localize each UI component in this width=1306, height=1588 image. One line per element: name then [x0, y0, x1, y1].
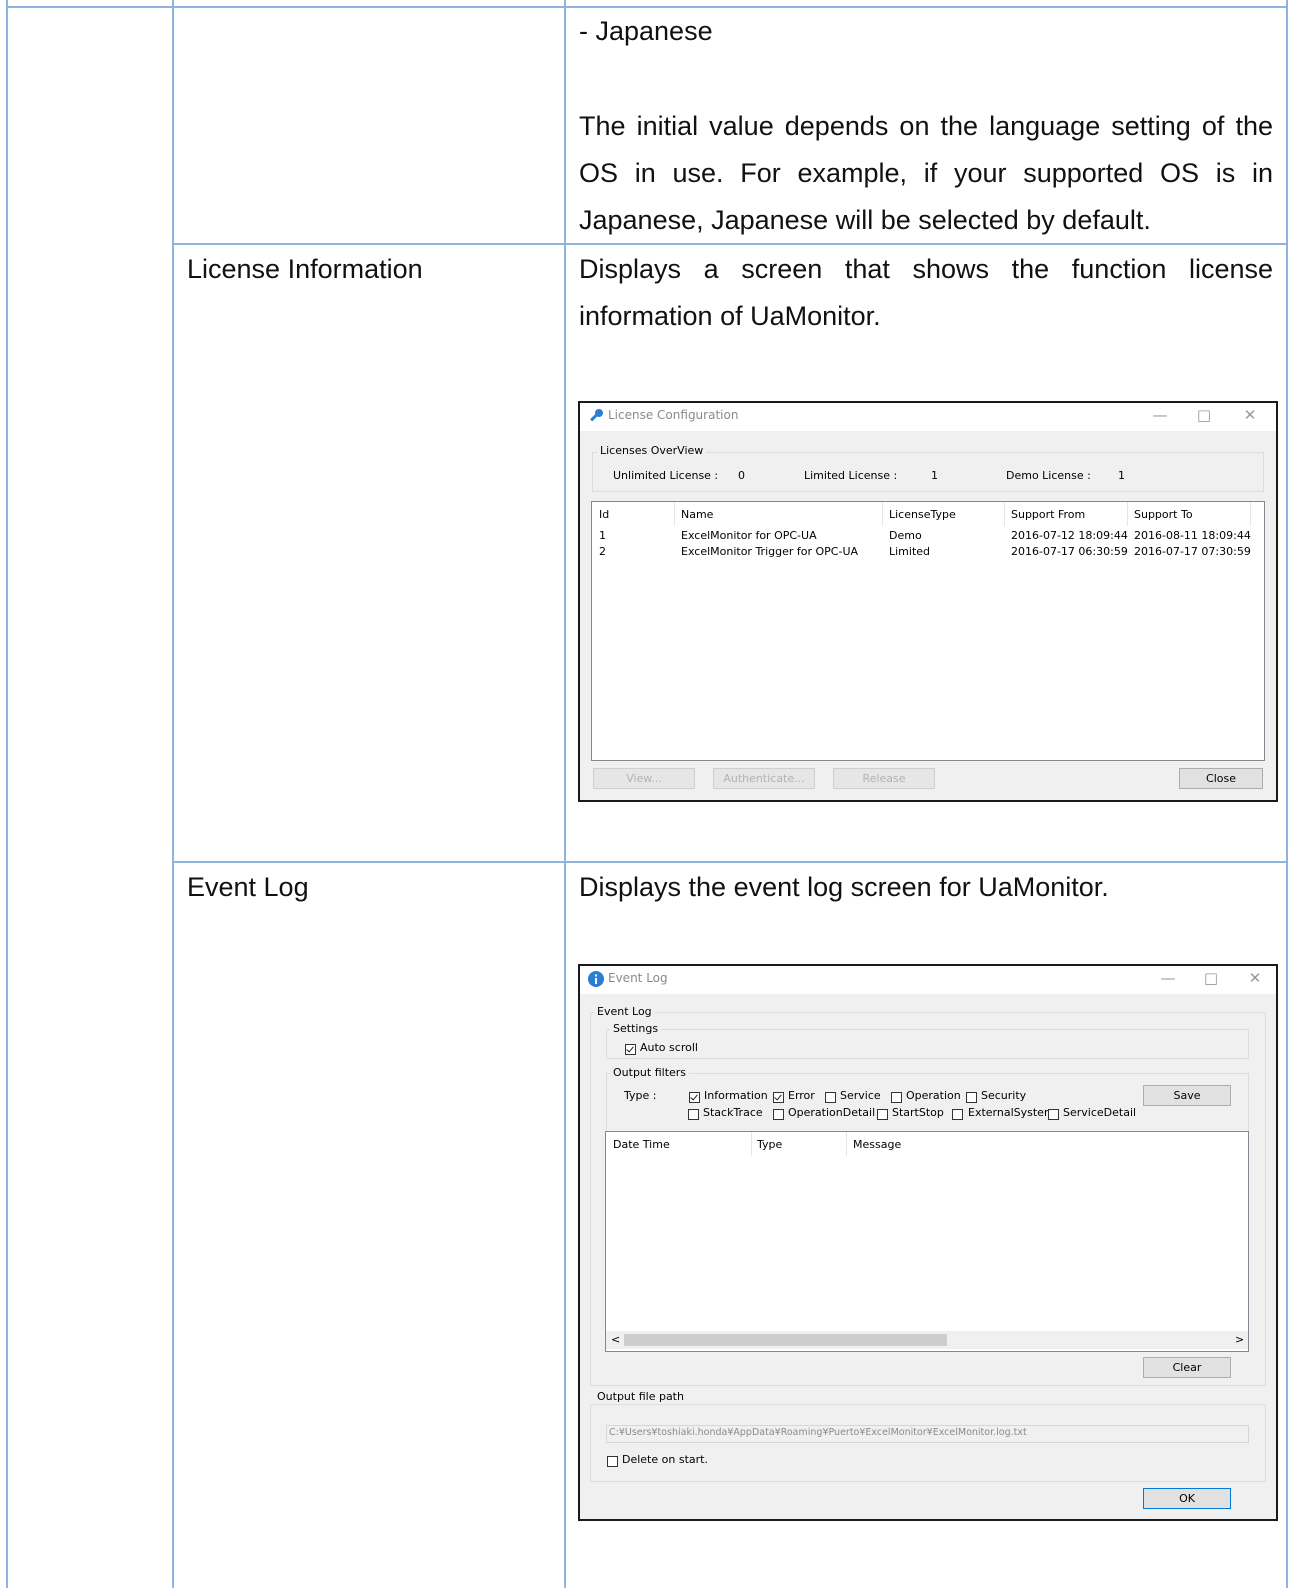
- release-button[interactable]: Release: [833, 768, 935, 789]
- save-button[interactable]: Save: [1143, 1085, 1231, 1106]
- column-header-support-to[interactable]: Support To: [1134, 508, 1193, 522]
- license-configuration-window: License Configuration — □ ✕ Licenses Ove…: [578, 401, 1278, 802]
- output-file-path-value: C:¥Users¥toshiaki.honda¥AppData¥Roaming¥…: [609, 1427, 1027, 1438]
- event-log-window: Event Log — □ ✕ Event Log Settings Auto …: [578, 964, 1278, 1521]
- table-border-right: [1286, 0, 1288, 1588]
- column-header-id[interactable]: Id: [599, 508, 609, 522]
- output-file-path-group: [590, 1404, 1266, 1482]
- filter-error-checkbox[interactable]: [773, 1092, 784, 1103]
- eventlog-titlebar[interactable]: Event Log — □ ✕: [580, 966, 1276, 994]
- license-titlebar[interactable]: License Configuration — □ ✕: [580, 403, 1276, 431]
- column-header-type[interactable]: Type: [757, 1138, 782, 1152]
- license-name-cell[interactable]: ExcelMonitor for OPC-UA: [681, 529, 817, 543]
- authenticate-button[interactable]: Authenticate...: [713, 768, 815, 789]
- table-row[interactable]: 1: [599, 529, 606, 543]
- auto-scroll-checkbox[interactable]: [625, 1044, 636, 1055]
- settings-group: [606, 1029, 1249, 1059]
- delete-on-start-checkbox[interactable]: [607, 1456, 618, 1467]
- filter-service-label[interactable]: Service: [840, 1089, 881, 1103]
- filter-externalsystem-checkbox[interactable]: [952, 1109, 963, 1120]
- support-to-cell[interactable]: 2016-08-11 18:09:44: [1134, 529, 1251, 543]
- key-icon: [590, 409, 603, 422]
- scroll-left-icon[interactable]: <: [611, 1333, 620, 1347]
- maximize-icon[interactable]: □: [1201, 969, 1221, 987]
- auto-scroll-label[interactable]: Auto scroll: [640, 1041, 698, 1055]
- license-type-cell[interactable]: Demo: [889, 529, 922, 543]
- table-border-col2: [564, 0, 566, 1588]
- minimize-icon[interactable]: —: [1158, 969, 1178, 987]
- licenses-overview-label: Licenses OverView: [597, 444, 707, 458]
- filter-servicedetail-label[interactable]: ServiceDetail: [1063, 1106, 1136, 1120]
- table-row-divider-2: [172, 861, 1288, 863]
- eventlog-window-title: Event Log: [608, 971, 668, 985]
- support-from-cell[interactable]: 2016-07-12 18:09:44: [1011, 529, 1128, 543]
- filter-startstop-label[interactable]: StartStop: [892, 1106, 944, 1120]
- filter-servicedetail-checkbox[interactable]: [1048, 1109, 1059, 1120]
- close-button[interactable]: Close: [1179, 768, 1263, 789]
- demo-license-label: Demo License :: [1006, 469, 1091, 482]
- filter-startstop-checkbox[interactable]: [877, 1109, 888, 1120]
- filter-security-label[interactable]: Security: [981, 1089, 1026, 1103]
- license-window-title: License Configuration: [608, 408, 739, 422]
- unlimited-license-label: Unlimited License :: [613, 469, 719, 482]
- support-to-cell[interactable]: 2016-07-17 07:30:59: [1134, 545, 1251, 559]
- scroll-right-icon[interactable]: >: [1235, 1333, 1244, 1347]
- filter-stacktrace-label[interactable]: StackTrace: [703, 1106, 763, 1120]
- output-file-path-label: Output file path: [594, 1390, 687, 1404]
- unlimited-license-value: 0: [738, 469, 745, 482]
- close-icon[interactable]: ✕: [1245, 969, 1265, 987]
- limited-license-label: Limited License :: [804, 469, 898, 482]
- output-file-path-field[interactable]: C:¥Users¥toshiaki.honda¥AppData¥Roaming¥…: [606, 1425, 1249, 1443]
- type-label: Type :: [624, 1089, 657, 1102]
- filter-information-label[interactable]: Information: [704, 1089, 768, 1103]
- language-note: The initial value depends on the languag…: [579, 111, 1273, 235]
- table-row[interactable]: 2: [599, 545, 606, 559]
- delete-on-start-label[interactable]: Delete on start.: [622, 1453, 708, 1467]
- scrollbar-thumb[interactable]: [624, 1334, 947, 1346]
- license-item-label: License Information: [187, 254, 423, 284]
- column-header-support-from[interactable]: Support From: [1011, 508, 1085, 522]
- ok-button[interactable]: OK: [1143, 1488, 1231, 1509]
- view-button[interactable]: View...: [593, 768, 695, 789]
- filter-service-checkbox[interactable]: [825, 1092, 836, 1103]
- output-filters-label: Output filters: [610, 1066, 690, 1080]
- filter-stacktrace-checkbox[interactable]: [688, 1109, 699, 1120]
- demo-license-value: 1: [1118, 469, 1125, 482]
- eventlog-item-label: Event Log: [187, 872, 309, 902]
- filter-externalsystem-label[interactable]: ExternalSystem: [968, 1106, 1055, 1120]
- close-icon[interactable]: ✕: [1240, 406, 1260, 424]
- minimize-icon[interactable]: —: [1150, 406, 1170, 424]
- license-description: Displays a screen that shows the functio…: [579, 254, 1273, 331]
- table-border-left: [6, 0, 8, 1588]
- event-log-group-label: Event Log: [594, 1005, 655, 1019]
- horizontal-scrollbar[interactable]: < >: [606, 1331, 1248, 1349]
- limited-license-value: 1: [931, 469, 938, 482]
- settings-label: Settings: [610, 1022, 662, 1036]
- filter-security-checkbox[interactable]: [966, 1092, 977, 1103]
- table-border-col1: [172, 0, 174, 1588]
- filter-operationdetail-checkbox[interactable]: [773, 1109, 784, 1120]
- maximize-icon[interactable]: □: [1194, 406, 1214, 424]
- clear-button[interactable]: Clear: [1143, 1357, 1231, 1378]
- support-from-cell[interactable]: 2016-07-17 06:30:59: [1011, 545, 1128, 559]
- column-header-name[interactable]: Name: [681, 508, 713, 522]
- language-bullet: - Japanese: [579, 16, 713, 46]
- event-log-list[interactable]: Date Time Type Message < >: [605, 1131, 1249, 1352]
- filter-information-checkbox[interactable]: [689, 1092, 700, 1103]
- column-header-licensetype[interactable]: LicenseType: [889, 508, 956, 522]
- column-header-message[interactable]: Message: [853, 1138, 901, 1152]
- license-type-cell[interactable]: Limited: [889, 545, 930, 559]
- info-icon: [588, 971, 604, 987]
- eventlog-description: Displays the event log screen for UaMoni…: [579, 872, 1109, 902]
- column-header-date-time[interactable]: Date Time: [613, 1138, 670, 1152]
- filter-error-label[interactable]: Error: [788, 1089, 815, 1103]
- filter-operationdetail-label[interactable]: OperationDetail: [788, 1106, 875, 1120]
- license-list[interactable]: Id Name LicenseType Support From Support…: [591, 501, 1265, 761]
- license-name-cell[interactable]: ExcelMonitor Trigger for OPC-UA: [681, 545, 858, 559]
- filter-operation-label[interactable]: Operation: [906, 1089, 961, 1103]
- filter-operation-checkbox[interactable]: [891, 1092, 902, 1103]
